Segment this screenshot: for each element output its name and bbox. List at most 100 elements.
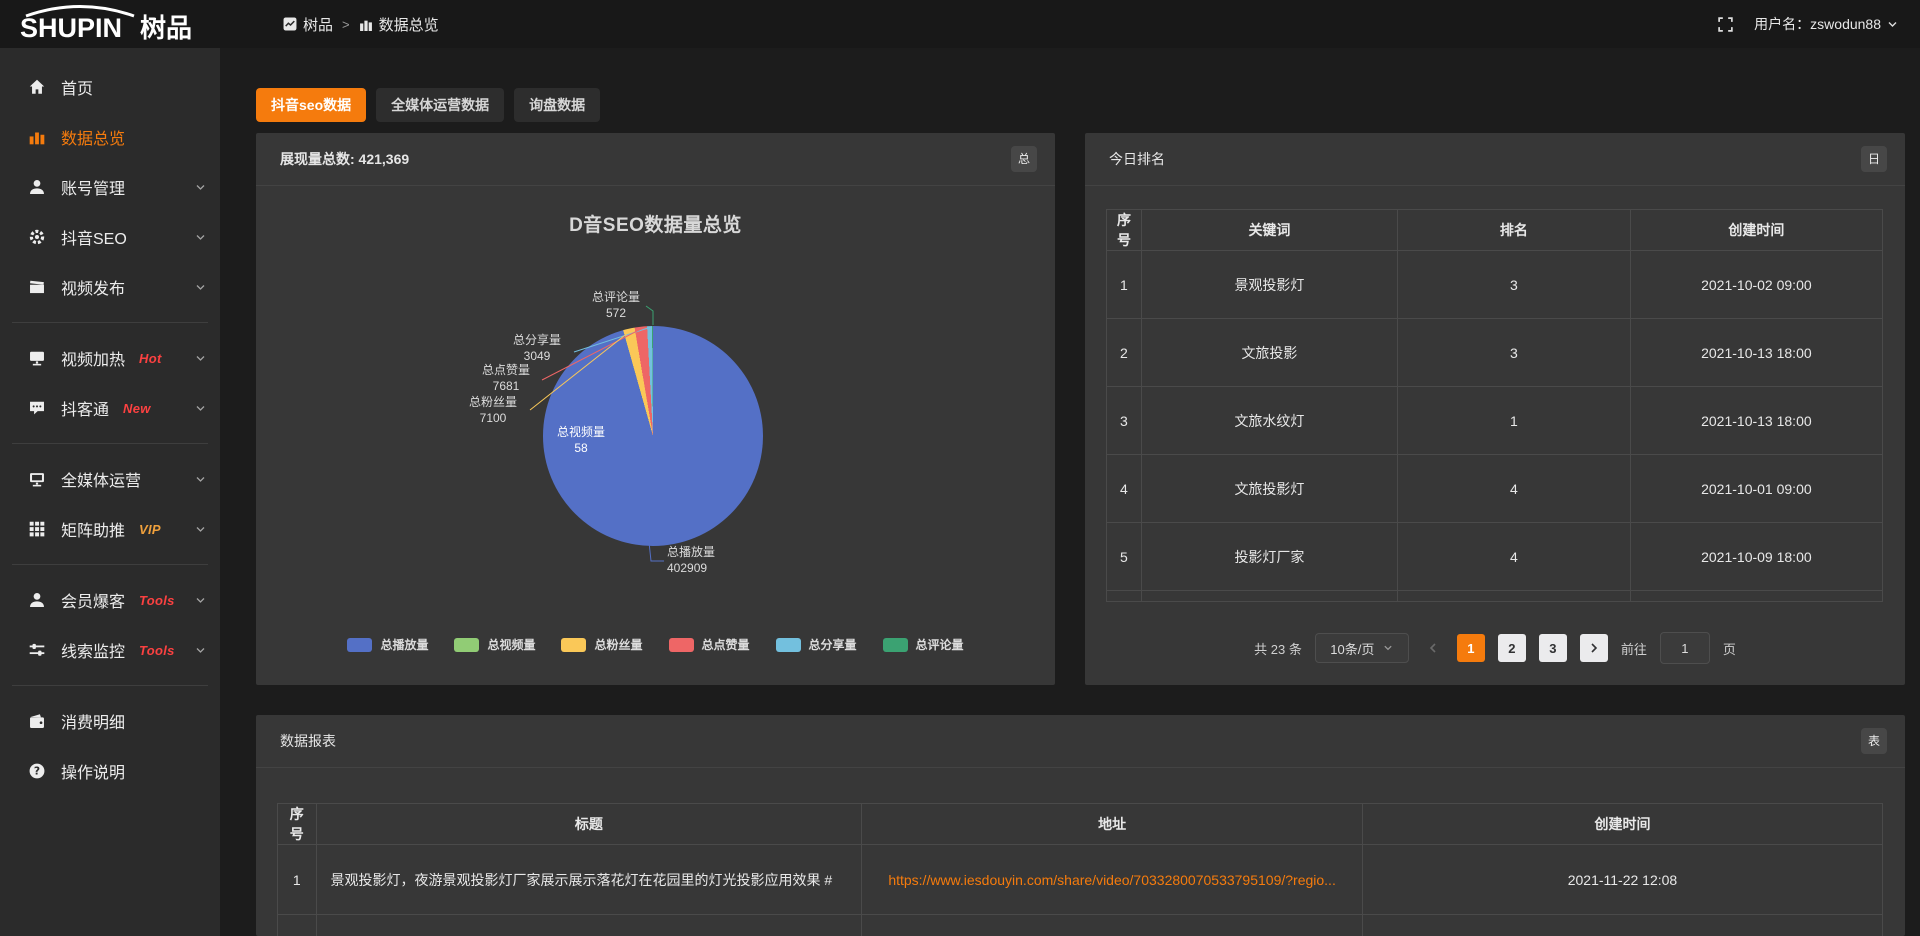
svg-text:?: ? [34,765,40,778]
svg-text:树品: 树品 [140,14,192,44]
prev-page-button[interactable] [1422,634,1444,662]
legend-item-videos[interactable]: 总视频量 [454,636,535,653]
legend-swatch [454,638,479,652]
bar-chart-icon [28,128,46,146]
legend-item-plays[interactable]: 总播放量 [347,636,428,653]
cell-time: 2021-10-01 09:00 [1630,455,1882,523]
home-icon [28,78,46,96]
page-button-1[interactable]: 1 [1457,634,1485,662]
breadcrumb-separator: > [342,17,350,32]
cell-rank: 1 [1397,387,1630,455]
legend-item-likes[interactable]: 总点赞量 [669,636,750,653]
sidebar-divider [12,564,208,565]
user-menu[interactable]: 用户名：zswodun88 [1754,14,1898,34]
page-size-select[interactable]: 10条/页 [1315,633,1409,663]
sidebar-item-media-operation[interactable]: 全媒体运营 [0,454,220,504]
shupin-logo[interactable]: SHUPIN 树品 [18,4,218,44]
report-panel-header: 数据报表 表 [256,715,1905,768]
member-icon [28,591,46,609]
chevron-down-icon [195,474,206,485]
fullscreen-icon[interactable] [1717,16,1734,33]
next-page-button[interactable] [1580,634,1608,662]
video-link[interactable]: https://www.iesdouyin.com/share/video/70… [888,872,1336,888]
sidebar-item-consumption[interactable]: 消费明细 [0,696,220,746]
legend-item-comments[interactable]: 总评论量 [883,636,964,653]
sidebar-item-label: 抖客通 [61,396,109,420]
legend-item-fans[interactable]: 总粉丝量 [561,636,642,653]
chevron-down-icon [1383,643,1393,653]
sidebar-item-label: 视频发布 [61,275,125,299]
breadcrumb-item-current[interactable]: 数据总览 [359,14,439,35]
clapperboard-icon [28,278,46,296]
chat-bubble-icon [28,399,46,417]
trend-square-icon [283,17,297,31]
hot-badge: Hot [139,351,162,366]
col-header: 排名 [1397,210,1630,251]
cell-index: 3 [1107,387,1142,455]
cell-time: 2021-10-02 09:00 [1630,251,1882,319]
svg-text:SHUPIN: SHUPIN [20,13,122,43]
app-root: SHUPIN 树品 树品 > 数据总览 用户名：zswodun88 [0,0,1920,936]
goto-page-input[interactable] [1660,632,1710,664]
goto-label: 前往 [1621,639,1647,658]
tab-inquiry-data[interactable]: 询盘数据 [514,88,600,122]
sidebar-item-help[interactable]: ? 操作说明 [0,746,220,796]
pie-label-shares: 总分享量3049 [503,332,571,364]
sidebar-item-account[interactable]: 账号管理 [0,162,220,212]
sidebar-divider [12,443,208,444]
chevron-down-icon [195,595,206,606]
sidebar-item-label: 抖音SEO [61,225,127,249]
monitor-play-icon [28,349,46,367]
sidebar-item-label: 线索监控 [61,638,125,662]
pie-label-plays: 总播放量402909 [667,544,757,576]
sidebar-item-label: 数据总览 [61,125,125,149]
sidebar-item-video-heat[interactable]: 视频加热 Hot [0,333,220,383]
chevron-down-icon [195,403,206,414]
sidebar-item-data-overview[interactable]: 数据总览 [0,112,220,162]
sidebar-item-lead-monitor[interactable]: 线索监控 Tools [0,625,220,675]
table-row: 5 投影灯厂家 4 2021-10-09 18:00 [1107,523,1883,591]
legend-swatch [347,638,372,652]
cell-keyword: 景观投影灯 [1141,251,1397,319]
sidebar-item-home[interactable]: 首页 [0,62,220,112]
sidebar-item-video-publish[interactable]: 视频发布 [0,262,220,312]
chevron-down-icon [195,645,206,656]
rank-table-header-row: 序号 关键词 排名 创建时间 [1107,210,1883,251]
cell-time: 2021-10-13 18:00 [1630,387,1882,455]
sidebar-item-douyin-seo[interactable]: 抖音SEO [0,212,220,262]
tab-douyin-seo-data[interactable]: 抖音seo数据 [256,88,366,122]
report-table-header-row: 序号 标题 地址 创建时间 [278,804,1883,845]
page-button-3[interactable]: 3 [1539,634,1567,662]
sidebar-item-member-burst[interactable]: 会员爆客 Tools [0,575,220,625]
table-badge-button[interactable]: 表 [1861,728,1887,754]
day-badge-button[interactable]: 日 [1861,146,1887,172]
sliders-icon [28,641,46,659]
breadcrumb-item-home[interactable]: 树品 [283,14,333,35]
sidebar-item-label: 操作说明 [61,759,125,783]
tools-badge: Tools [139,593,175,608]
seo-chart-panel: 展现量总数: 421,369 总 D音SEO数据量总览 总评论量572 总分享量… [256,133,1055,685]
total-badge-button[interactable]: 总 [1011,146,1037,172]
cell-index: 4 [1107,455,1142,523]
pie-label-videos: 总视频量58 [547,424,615,456]
top-header: SHUPIN 树品 树品 > 数据总览 用户名：zswodun88 [0,0,1920,48]
legend-swatch [561,638,586,652]
pie-label-fans: 总粉丝量7100 [459,394,527,426]
main-content: 抖音seo数据 全媒体运营数据 询盘数据 展现量总数: 421,369 总 D音… [220,48,1920,936]
tools-badge: Tools [139,643,175,658]
sidebar-item-doukeitong[interactable]: 抖客通 New [0,383,220,433]
chevron-down-icon [195,182,206,193]
cell-title: 景观投影灯，夜游景观投影灯厂家展示展示落花灯在花园里的灯光投影应用效果 # [316,845,862,915]
chart-legend: 总播放量 总视频量 总粉丝量 总点赞量 总分享量 总评论量 [256,636,1055,653]
sidebar-item-matrix-boost[interactable]: 矩阵助推 VIP [0,504,220,554]
sidebar-item-label: 视频加热 [61,346,125,370]
tab-media-operation-data[interactable]: 全媒体运营数据 [376,88,504,122]
gear-icon [28,228,46,246]
page-button-2[interactable]: 2 [1498,634,1526,662]
table-row: 1 景观投影灯，夜游景观投影灯厂家展示展示落花灯在花园里的灯光投影应用效果 # … [278,845,1883,915]
legend-item-shares[interactable]: 总分享量 [776,636,857,653]
cell-rank: 3 [1397,319,1630,387]
cell-rank: 4 [1397,523,1630,591]
rank-panel-title: 今日排名 [1109,151,1165,167]
sidebar-item-label: 全媒体运营 [61,467,141,491]
